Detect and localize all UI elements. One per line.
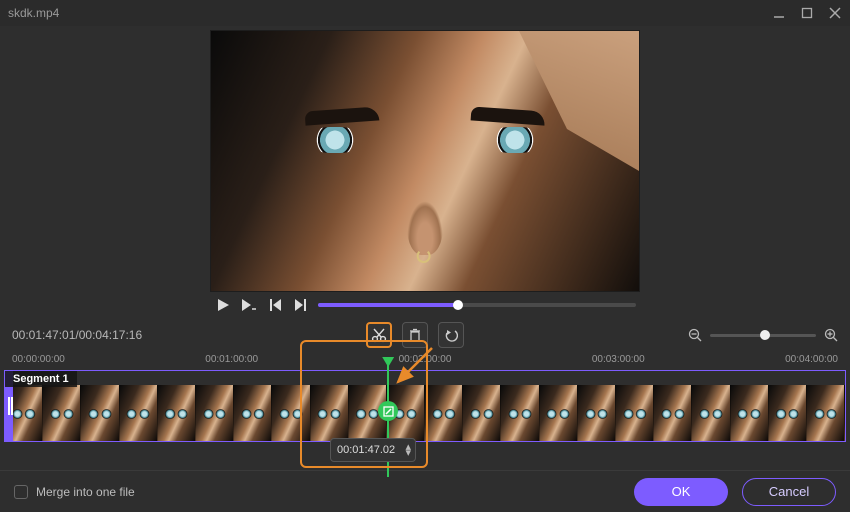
thumbnail [120, 385, 158, 441]
thumbnail [311, 385, 349, 441]
thumbnail [731, 385, 769, 441]
cut-button[interactable] [366, 322, 392, 348]
current-time: 00:01:47:01 [12, 328, 75, 342]
preview-content [471, 106, 546, 125]
preview-content [407, 201, 443, 255]
cancel-button[interactable]: Cancel [742, 478, 836, 506]
preview-area [0, 30, 850, 316]
thumbnail [692, 385, 730, 441]
thumbnail [807, 385, 845, 441]
video-preview[interactable] [210, 30, 640, 292]
preview-content [305, 106, 380, 125]
close-icon [829, 7, 841, 19]
delete-button[interactable] [402, 322, 428, 348]
minimize-button[interactable] [772, 6, 786, 20]
thumbnail [578, 385, 616, 441]
zoom-knob[interactable] [760, 330, 770, 340]
merge-label: Merge into one file [36, 485, 135, 499]
merge-checkbox[interactable] [14, 485, 28, 499]
segment-label: Segment 1 [5, 371, 77, 387]
total-time: 00:04:17:16 [79, 328, 142, 342]
playback-controls [210, 294, 640, 316]
timeline-ruler[interactable]: 00:00:00:00 00:01:00:00 00:02:00:00 00:0… [0, 354, 850, 368]
close-button[interactable] [828, 6, 842, 20]
maximize-icon [801, 7, 813, 19]
window-title: skdk.mp4 [8, 6, 59, 20]
timecode-display: 00:01:47:01/00:04:17:16 [12, 328, 142, 342]
zoom-out-button[interactable] [688, 328, 702, 342]
trash-icon [408, 328, 422, 342]
minimize-icon [773, 7, 785, 19]
undo-icon [444, 328, 458, 342]
zoom-in-icon [824, 328, 838, 342]
undo-button[interactable] [438, 322, 464, 348]
stepper-down-icon[interactable]: ▾ [405, 450, 411, 456]
zoom-in-button[interactable] [824, 328, 838, 342]
edit-marker-icon [383, 406, 394, 417]
progress-knob[interactable] [453, 300, 463, 310]
frame-forward-button[interactable] [292, 296, 310, 314]
thumbnail [540, 385, 578, 441]
dialog-buttons: OK Cancel [634, 478, 836, 506]
thumbnail-strip[interactable] [5, 385, 845, 441]
thumbnail [81, 385, 119, 441]
thumbnail [158, 385, 196, 441]
maximize-button[interactable] [800, 6, 814, 20]
toolbar-row: 00:01:47:01/00:04:17:16 [0, 316, 850, 354]
ruler-tick: 00:02:00:00 [399, 354, 452, 368]
play-button[interactable] [214, 296, 232, 314]
bottom-bar: Merge into one file OK Cancel [0, 470, 850, 512]
timeline[interactable]: Segment 1 [4, 370, 846, 442]
thumbnail [196, 385, 234, 441]
ok-button[interactable]: OK [634, 478, 728, 506]
ruler-tick: 00:03:00:00 [592, 354, 645, 368]
zoom-control [688, 328, 838, 342]
progress-bar[interactable] [318, 303, 636, 307]
play-icon [217, 299, 229, 311]
scissors-icon [371, 327, 387, 343]
titlebar: skdk.mp4 [0, 0, 850, 26]
frame-forward-icon [295, 299, 307, 311]
window-buttons [772, 6, 842, 20]
frame-back-button[interactable] [266, 296, 284, 314]
preview-content [417, 249, 431, 263]
thumbnail [616, 385, 654, 441]
thumbnail [43, 385, 81, 441]
thumbnail [654, 385, 692, 441]
play-section-button[interactable] [240, 296, 258, 314]
thumbnail [501, 385, 539, 441]
zoom-out-icon [688, 328, 702, 342]
zoom-slider[interactable] [710, 334, 816, 337]
thumbnail [425, 385, 463, 441]
thumbnail [769, 385, 807, 441]
progress-fill [318, 303, 458, 307]
playhead-marker-button[interactable] [378, 401, 398, 421]
playhead-time-input[interactable]: 00:01:47.02 ▴ ▾ [330, 438, 416, 462]
ruler-tick: 00:00:00:00 [12, 354, 65, 368]
playhead-time-value: 00:01:47.02 [337, 444, 395, 456]
ruler-tick: 00:01:00:00 [205, 354, 258, 368]
time-stepper[interactable]: ▴ ▾ [405, 444, 411, 456]
play-section-icon [242, 299, 256, 311]
frame-back-icon [269, 299, 281, 311]
thumbnail [272, 385, 310, 441]
thumbnail [234, 385, 272, 441]
ruler-tick: 00:04:00:00 [785, 354, 838, 368]
thumbnail [463, 385, 501, 441]
